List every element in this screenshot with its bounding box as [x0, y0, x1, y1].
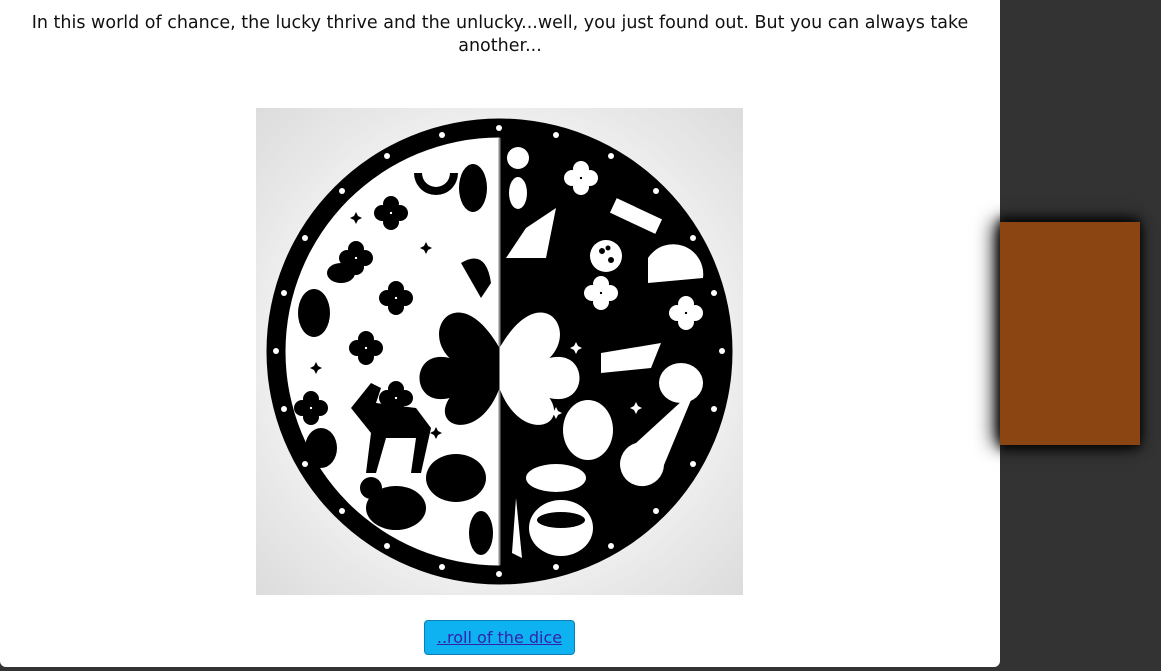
roll-dice-button[interactable]: ..roll of the dice: [424, 620, 575, 655]
luck-symbols-circle-image: [256, 108, 743, 595]
intro-text: In this world of chance, the lucky thriv…: [31, 13, 969, 56]
result-modal: In this world of chance, the lucky thriv…: [0, 0, 1000, 667]
side-card-panel: [1000, 222, 1140, 445]
